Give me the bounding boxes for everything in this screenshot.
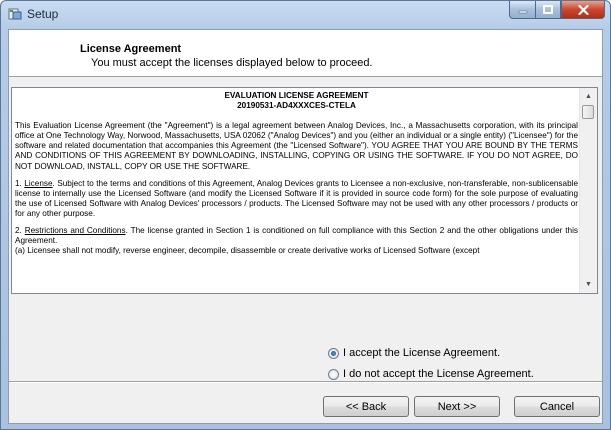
close-icon[interactable] [561,1,605,19]
license-heading: EVALUATION LICENSE AGREEMENT [224,91,369,100]
maximize-icon[interactable] [535,1,561,19]
title-bar[interactable]: Setup [1,1,610,28]
license-text: EVALUATION LICENSE AGREEMENT 20190531-AD… [15,91,578,256]
license-paragraph-intro: This Evaluation License Agreement (the "… [15,121,578,171]
page-header: License Agreement You must accept the li… [9,30,602,77]
scroll-down-arrow-icon[interactable]: ▼ [580,276,597,293]
page-title: License Agreement [80,43,182,55]
decline-option[interactable]: I do not accept the License Agreement. [328,368,534,380]
next-button[interactable]: Next >> [414,396,500,417]
setup-installer-icon [8,7,22,21]
section-title-license: License [24,178,53,188]
page-subtitle: You must accept the licenses displayed b… [91,57,373,69]
license-id: 20190531-AD4XXXCES-CTELA [237,101,356,111]
scrollbar-thumb[interactable] [582,105,594,119]
section-title-restrictions: Restrictions and Conditions [24,226,126,236]
license-text-box[interactable]: EVALUATION LICENSE AGREEMENT 20190531-AD… [11,87,598,294]
vertical-scrollbar[interactable]: ▲ ▼ [579,88,597,293]
window-controls [509,1,605,20]
accept-option[interactable]: I accept the License Agreement. [328,347,500,359]
window-title: Setup [27,7,59,21]
minimize-icon[interactable] [509,1,535,19]
decline-radio[interactable] [328,368,339,380]
license-paragraph-section-2: 2. Restrictions and Conditions. The lice… [15,226,578,256]
footer-separator [9,381,602,383]
back-button[interactable]: << Back [323,396,409,417]
dialog-client-area: License Agreement You must accept the li… [8,29,603,424]
decline-label[interactable]: I do not accept the License Agreement. [343,368,534,380]
license-item-a: (a) Licensee shall not modify, reverse e… [15,246,480,256]
setup-window: Setup License Agreement You must accept … [0,0,611,430]
cancel-button[interactable]: Cancel [514,396,600,417]
accept-label[interactable]: I accept the License Agreement. [343,347,500,359]
scroll-up-arrow-icon[interactable]: ▲ [580,88,597,105]
license-paragraph-section-1: 1. License. Subject to the terms and con… [15,178,579,218]
accept-radio[interactable] [328,347,339,359]
